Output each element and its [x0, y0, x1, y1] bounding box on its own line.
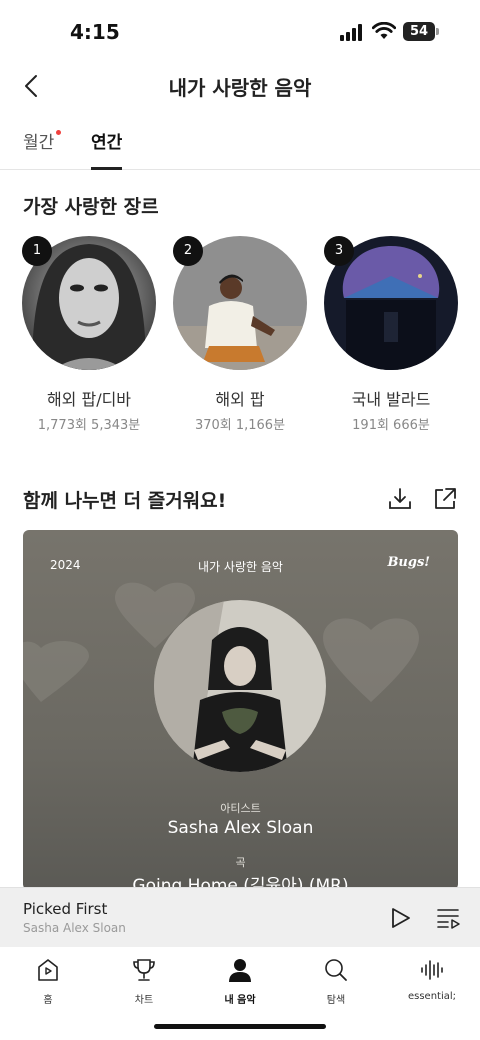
bugs-logo: Bugs!	[387, 555, 430, 570]
nav-home-label: 홈	[43, 995, 53, 1006]
genre-stats-1: 1,773회 5,343분	[37, 418, 141, 433]
card-artist-label: 아티스트	[220, 802, 261, 815]
share-icon[interactable]	[432, 486, 458, 512]
nav-chart-label: 차트	[134, 995, 154, 1006]
nav-home[interactable]: 홈	[8, 957, 88, 1006]
nav-explore[interactable]: 탐색	[296, 957, 376, 1006]
mini-player[interactable]: Picked First Sasha Alex Sloan	[0, 887, 480, 947]
genre-stats-3: 191회 666분	[352, 418, 430, 433]
nav-my-music-label: 내 음악	[224, 995, 256, 1006]
download-icon[interactable]	[387, 486, 413, 512]
genre-name-3: 국내 발라드	[351, 390, 431, 409]
tab-yearly[interactable]: 연간	[91, 128, 123, 170]
home-icon	[38, 959, 58, 981]
now-playing-artist: Sasha Alex Sloan	[23, 921, 126, 935]
wifi-icon	[372, 22, 396, 39]
tab-yearly-label: 연간	[91, 133, 123, 153]
battery-indicator: 54	[403, 22, 435, 41]
nav-explore-label: 탐색	[326, 995, 346, 1006]
genre-name-1: 해외 팝/디바	[46, 390, 132, 409]
battery-tip	[436, 28, 439, 35]
play-icon[interactable]	[388, 906, 412, 930]
genre-section-title: 가장 사랑한 장르	[23, 196, 159, 218]
share-card[interactable]: 2024 내가 사랑한 음악 Bugs! 아티스트 Sasha Alex Slo…	[23, 530, 458, 890]
cellular-signal-icon	[340, 24, 362, 41]
card-artist-name: Sasha Alex Sloan	[167, 818, 314, 838]
status-time: 4:15	[70, 20, 120, 44]
search-icon	[325, 959, 347, 981]
genre-card-2[interactable]: 2 해외 팝 370회 1,166분	[173, 236, 307, 433]
card-song-label: 곡	[235, 856, 246, 869]
tab-monthly[interactable]: 월간	[23, 128, 62, 170]
genre-card-3[interactable]: 3 국내 발라드 191회 666분	[324, 236, 458, 433]
nav-chart[interactable]: 차트	[104, 957, 184, 1006]
share-section-title: 함께 나누면 더 즐거워요!	[23, 490, 227, 512]
artist-photo	[154, 600, 326, 772]
now-playing-title: Picked First	[23, 900, 108, 918]
period-tabs: 월간 연간	[0, 120, 480, 170]
person-icon	[229, 959, 251, 982]
top-bar: 내가 사랑한 음악	[0, 60, 480, 110]
nav-essential-label: essential;	[407, 991, 457, 1002]
page-title: 내가 사랑한 음악	[168, 76, 312, 100]
waveform-icon	[421, 960, 443, 980]
playlist-icon[interactable]	[436, 906, 462, 930]
tab-monthly-label: 월간	[23, 133, 55, 153]
genre-stats-2: 370회 1,166분	[194, 418, 286, 433]
status-bar: 4:15 54	[0, 0, 480, 64]
nav-essential[interactable]: essential;	[392, 957, 472, 1002]
genre-rank-badge-3: 3	[324, 236, 354, 266]
genre-name-2: 해외 팝	[215, 390, 265, 409]
genre-card-1[interactable]: 1 해외 팝/디바 1,773회 5,343분	[22, 236, 156, 433]
new-indicator-dot	[56, 130, 62, 135]
genre-rank-badge-1: 1	[22, 236, 52, 266]
trophy-icon	[133, 959, 155, 981]
genre-rank-badge-2: 2	[173, 236, 203, 266]
home-indicator	[154, 1024, 326, 1029]
nav-my-music[interactable]: 내 음악	[200, 957, 280, 1006]
